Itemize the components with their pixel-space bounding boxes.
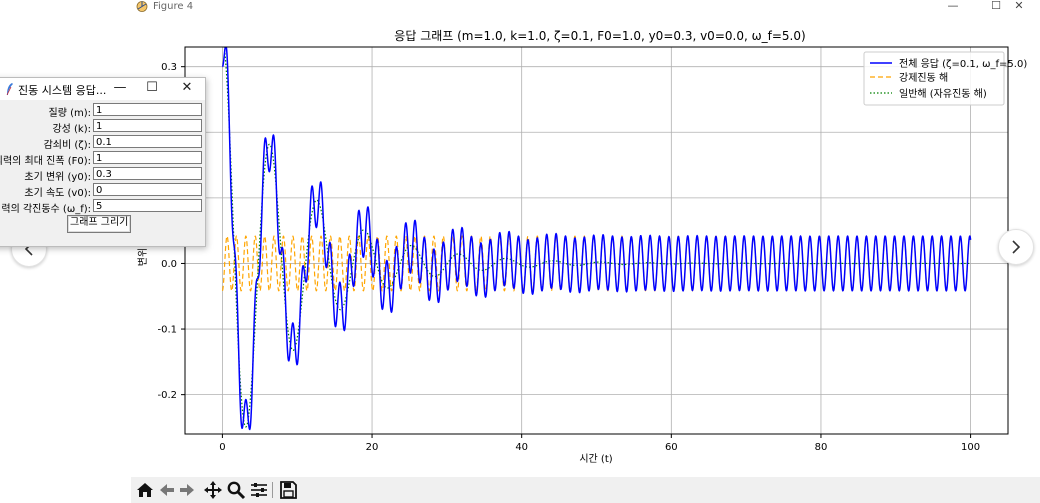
legend-label-forced: 강제진동 해 bbox=[899, 71, 948, 84]
plot-graph-button[interactable]: 그래프 그리기 bbox=[67, 215, 132, 233]
x-tick-label: 20 bbox=[366, 442, 379, 453]
series-line-free bbox=[223, 47, 971, 428]
mass-input[interactable]: 1 bbox=[93, 103, 202, 116]
forcing-frequency-input[interactable]: 5 bbox=[93, 199, 202, 212]
configure-subplots-icon bbox=[251, 483, 267, 497]
feather-icon bbox=[6, 83, 13, 96]
forcing-frequency-label: 외력의 각진동수 (ω_f): bbox=[0, 204, 91, 215]
back-arrow-icon bbox=[160, 484, 174, 496]
stiffness-input[interactable]: 1 bbox=[93, 119, 202, 132]
forward-arrow-icon bbox=[180, 484, 194, 496]
x-axis-label: 시간 (t) bbox=[579, 453, 612, 465]
field-row-initial-displacement: 초기 변위 (y0): 0.3 bbox=[0, 167, 205, 183]
home-icon bbox=[137, 483, 153, 497]
x-tick-label: 100 bbox=[961, 442, 980, 453]
field-row-mass: 질량 (m): 1 bbox=[0, 103, 205, 119]
tk-window-title: 진동 시스템 응답... bbox=[18, 84, 107, 97]
figure-titlebar: Figure 4 — ☐ ✕ bbox=[131, 0, 1040, 14]
initial-velocity-label: 초기 속도 (v0): bbox=[24, 188, 91, 199]
x-tick-label: 80 bbox=[815, 442, 828, 453]
field-row-initial-velocity: 초기 속도 (v0): 0 bbox=[0, 183, 205, 199]
field-row-damping: 감쇠비 (ζ): 0.1 bbox=[0, 135, 205, 151]
parameter-input-window: 진동 시스템 응답... — ☐ ✕ 질량 (m): 1 강성 (k): 1 감… bbox=[0, 77, 206, 247]
tk-maximize-button[interactable]: ☐ bbox=[143, 81, 161, 95]
stiffness-label: 강성 (k): bbox=[52, 124, 91, 135]
zoom-button[interactable] bbox=[226, 480, 246, 500]
legend-label-free: 일반해 (자유진동 해) bbox=[899, 87, 987, 100]
initial-velocity-input[interactable]: 0 bbox=[93, 183, 202, 196]
legend-label-total: 전체 응답 (ζ=0.1, ω_f=5.0) bbox=[899, 58, 1027, 70]
tk-close-button[interactable]: ✕ bbox=[178, 81, 196, 95]
home-button[interactable] bbox=[135, 480, 155, 500]
x-tick-label: 0 bbox=[219, 442, 225, 453]
y-tick-label: 0.3 bbox=[161, 62, 177, 73]
next-nav-button[interactable] bbox=[998, 229, 1034, 265]
y-axis-label: 변위 bbox=[136, 248, 149, 266]
save-button[interactable] bbox=[278, 480, 298, 500]
figure-close-button[interactable]: ✕ bbox=[999, 0, 1039, 13]
damping-input[interactable]: 0.1 bbox=[93, 135, 202, 148]
configure-subplots-button[interactable] bbox=[249, 480, 269, 500]
series-line-total bbox=[221, 47, 972, 431]
y-tick-label: -0.2 bbox=[157, 390, 177, 401]
legend: 전체 응답 (ζ=0.1, ω_f=5.0) 강제진동 해 일반해 (자유진동 … bbox=[863, 51, 1027, 106]
initial-displacement-label: 초기 변위 (y0): bbox=[24, 172, 91, 183]
chevron-right-icon bbox=[1012, 240, 1021, 254]
toolbar-separator bbox=[272, 482, 273, 498]
response-chart: 응답 그래프 (m=1.0, k=1.0, ζ=0.1, F0=1.0, y0=… bbox=[136, 29, 1027, 465]
series-group bbox=[221, 47, 972, 431]
mass-label: 질량 (m): bbox=[48, 108, 92, 119]
x-tick-label: 40 bbox=[515, 442, 528, 453]
initial-displacement-input[interactable]: 0.3 bbox=[93, 167, 202, 180]
save-icon bbox=[280, 481, 297, 499]
tk-minimize-button[interactable]: — bbox=[111, 81, 129, 95]
figure-window: Figure 4 — ☐ ✕ 응답 그래프 (m=1.0, k=1.0, ζ=0… bbox=[131, 0, 1040, 503]
matplotlib-app-icon bbox=[136, 1, 148, 12]
forward-button[interactable] bbox=[177, 480, 197, 500]
y-tick-label: 0.0 bbox=[161, 259, 177, 270]
x-tick-label: 60 bbox=[665, 442, 678, 453]
matplotlib-toolbar bbox=[131, 477, 1040, 503]
field-row-forcing-frequency: 외력의 각진동수 (ω_f): 5 bbox=[0, 199, 205, 215]
tk-titlebar: 진동 시스템 응답... — ☐ ✕ bbox=[0, 78, 205, 100]
y-tick-label: -0.1 bbox=[157, 325, 177, 336]
pan-button[interactable] bbox=[203, 480, 223, 500]
pan-icon bbox=[204, 481, 222, 499]
damping-label: 감쇠비 (ζ): bbox=[43, 140, 91, 151]
figure-title: Figure 4 bbox=[153, 1, 194, 12]
force-amplitude-label: 외력의 최대 진폭 (F0): bbox=[0, 156, 91, 167]
back-button[interactable] bbox=[157, 480, 177, 500]
chart-title: 응답 그래프 (m=1.0, k=1.0, ζ=0.1, F0=1.0, y0=… bbox=[394, 29, 805, 43]
field-row-force-amplitude: 외력의 최대 진폭 (F0): 1 bbox=[0, 151, 205, 167]
figure-minimize-button[interactable]: — bbox=[933, 0, 973, 13]
field-row-stiffness: 강성 (k): 1 bbox=[0, 119, 205, 135]
zoom-icon bbox=[227, 481, 246, 500]
force-amplitude-input[interactable]: 1 bbox=[93, 151, 202, 164]
